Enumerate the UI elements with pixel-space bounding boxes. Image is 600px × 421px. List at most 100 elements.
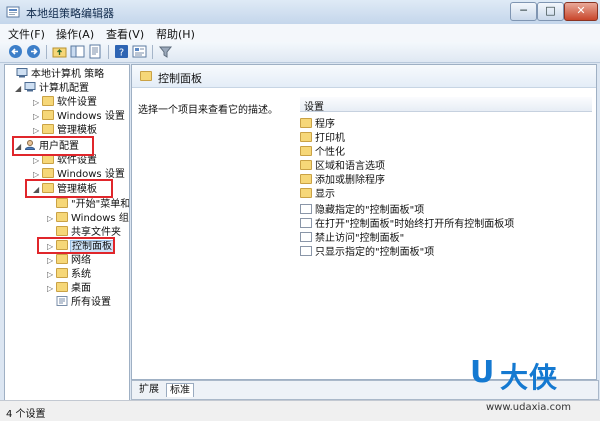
folder-icon	[42, 168, 54, 178]
list-item[interactable]: 打印机	[300, 129, 345, 144]
folder-icon	[42, 110, 54, 120]
computer-icon	[16, 68, 28, 78]
folder-icon	[56, 254, 68, 264]
folder-icon	[300, 118, 312, 128]
folder-icon	[56, 198, 68, 208]
minimize-button[interactable]: ─	[510, 2, 537, 21]
tree-item-label: "开始"菜单和	[71, 199, 130, 210]
folder-icon	[300, 146, 312, 156]
list-item-label: 只显示指定的"控制面板"项	[315, 247, 435, 258]
close-button[interactable]: ✕	[564, 2, 598, 21]
menu-view[interactable]: 查看(V)	[106, 26, 144, 42]
tree-item-label: 系统	[71, 269, 91, 280]
tree-arrow[interactable]: ▷	[33, 96, 42, 109]
tree-item-desktop[interactable]: ▷ 桌面	[47, 282, 91, 295]
tree-item-label: 管理模板	[57, 125, 97, 136]
details-pane: 控制面板 选择一个项目来查看它的描述。 设置 程序 打印机 个性化 区域和语言选…	[131, 64, 597, 380]
list-item[interactable]: 程序	[300, 115, 335, 130]
tree-item-start-menu[interactable]: "开始"菜单和	[47, 198, 130, 211]
tree-item-label: 所有设置	[71, 297, 111, 308]
watermark-logo-text: 大侠	[500, 361, 559, 394]
menu-bar: 文件(F) 操作(A) 查看(V) 帮助(H)	[0, 24, 600, 43]
tree-item-label: 桌面	[71, 283, 91, 294]
toolbar-separator	[46, 45, 47, 59]
tree-item-label: 网络	[71, 255, 91, 266]
folder-icon	[300, 188, 312, 198]
window-title: 本地组策略编辑器	[26, 7, 114, 20]
policy-setting-icon	[300, 204, 312, 214]
highlight-control-panel	[37, 237, 115, 254]
tree-pane: 本地计算机 策略 ◢ 计算机配置 ▷ 软件设置 ▷ Windows 设置 ▷ 管理模板 …	[4, 64, 130, 401]
list-item[interactable]: 只显示指定的"控制面板"项	[300, 243, 435, 258]
folder-icon	[56, 282, 68, 292]
settings-icon	[56, 296, 68, 306]
tree-item-local-computer-policy[interactable]: 本地计算机 策略	[7, 68, 104, 81]
list-item[interactable]: 在打开"控制面板"时始终打开所有控制面板项	[300, 215, 514, 230]
folder-icon	[300, 132, 312, 142]
details-header: 控制面板	[132, 65, 596, 88]
tree-item-label: Windows 组件	[71, 213, 129, 224]
tree-item-network[interactable]: ▷ 网络	[47, 254, 91, 267]
policy-setting-icon	[300, 232, 312, 242]
tree-arrow[interactable]: ▷	[33, 110, 42, 123]
tree-item-label: Windows 设置	[57, 111, 125, 122]
tree-arrow[interactable]: ◢	[15, 82, 24, 95]
list-item[interactable]: 区域和语言选项	[300, 157, 385, 172]
tree-arrow[interactable]: ▷	[47, 268, 56, 281]
tree-item-windows-components[interactable]: ▷ Windows 组件	[47, 212, 129, 225]
list-item[interactable]: 添加或删除程序	[300, 171, 385, 186]
tab-standard[interactable]: 标准	[166, 383, 194, 397]
tree-item-software-settings[interactable]: ▷ 软件设置	[33, 96, 97, 109]
maximize-button[interactable]: □	[537, 2, 564, 21]
policy-setting-icon	[300, 218, 312, 228]
column-header-settings[interactable]: 设置	[300, 97, 592, 113]
folder-icon	[56, 268, 68, 278]
folder-icon	[42, 124, 54, 134]
menu-action[interactable]: 操作(A)	[56, 26, 94, 42]
toolbar-separator	[152, 45, 153, 59]
up-folder-icon[interactable]	[52, 44, 67, 59]
tree-item-all-settings[interactable]: 所有设置	[47, 296, 111, 309]
status-text: 4 个设置	[6, 409, 46, 420]
folder-icon	[56, 212, 68, 222]
app-icon	[6, 6, 20, 18]
list-item[interactable]: 隐藏指定的"控制面板"项	[300, 201, 424, 216]
export-list-icon[interactable]	[88, 44, 103, 59]
forward-arrow-icon[interactable]	[26, 44, 41, 59]
folder-icon	[42, 96, 54, 106]
watermark-url: www.udaxia.com	[486, 402, 571, 413]
folder-icon	[140, 71, 152, 81]
tree-item-system[interactable]: ▷ 系统	[47, 268, 91, 281]
svg-text:?: ?	[119, 48, 124, 59]
details-title: 控制面板	[158, 72, 202, 85]
description-text: 选择一个项目来查看它的描述。	[138, 105, 278, 116]
menu-file[interactable]: 文件(F)	[8, 26, 45, 42]
list-item[interactable]: 禁止访问"控制面板"	[300, 229, 404, 244]
highlight-admin-templates	[25, 179, 113, 198]
folder-icon	[56, 226, 68, 236]
show-hide-tree-icon[interactable]	[70, 44, 85, 59]
list-item[interactable]: 显示	[300, 185, 335, 200]
toolbar: ?	[0, 42, 600, 63]
watermark-logo-u: U	[470, 355, 495, 390]
toolbar-separator	[108, 45, 109, 59]
tab-extended[interactable]: 扩展	[136, 383, 162, 397]
folder-icon	[300, 174, 312, 184]
tree-item-windows-settings[interactable]: ▷ Windows 设置	[33, 110, 125, 123]
tree-item-label: 软件设置	[57, 155, 97, 166]
policy-setting-icon	[300, 246, 312, 256]
tree-arrow[interactable]: ▷	[47, 254, 56, 267]
tree-item-computer-config[interactable]: ◢ 计算机配置	[15, 82, 89, 95]
tree-arrow[interactable]: ▷	[47, 212, 56, 225]
properties-icon[interactable]	[132, 44, 147, 59]
folder-icon	[300, 160, 312, 170]
help-icon[interactable]: ?	[114, 44, 129, 59]
menu-help[interactable]: 帮助(H)	[156, 26, 195, 42]
tree-arrow[interactable]: ▷	[47, 282, 56, 295]
highlight-user-config	[12, 136, 94, 156]
list-item[interactable]: 个性化	[300, 143, 345, 158]
title-bar: 本地组策略编辑器 ─ □ ✕	[0, 0, 600, 25]
tree-item-label: 软件设置	[57, 97, 97, 108]
filter-icon[interactable]	[158, 44, 173, 59]
back-arrow-icon[interactable]	[8, 44, 23, 59]
